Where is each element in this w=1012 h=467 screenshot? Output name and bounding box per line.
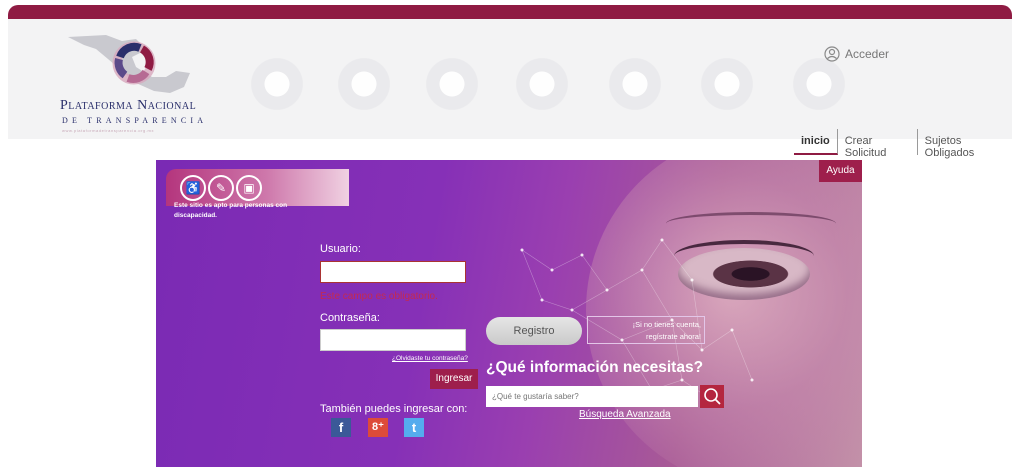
site-logo[interactable]: Plataforma Nacional de Transparencia www… xyxy=(60,25,220,137)
register-note: ¡Si no tienes cuenta, regístrate ahora! xyxy=(587,316,705,344)
logo-subtitle: de Transparencia xyxy=(62,116,208,125)
search-title: ¿Qué información necesitas? xyxy=(486,359,704,376)
top-brand-stripe xyxy=(8,5,1012,19)
nav-item-crear-solicitud[interactable]: Crear Solicitud xyxy=(838,129,918,159)
username-input[interactable] xyxy=(320,261,466,283)
forgot-password-link[interactable]: ¿Olvidaste tu contraseña? xyxy=(392,355,468,362)
logo-title: Plataforma Nacional xyxy=(60,98,197,113)
site-header: Plataforma Nacional de Transparencia www… xyxy=(8,19,1012,159)
user-label: Usuario: xyxy=(320,243,361,255)
mexico-map-logo-icon xyxy=(68,35,190,93)
register-note-line2: regístrate ahora! xyxy=(645,332,701,341)
facebook-icon[interactable]: f xyxy=(331,418,351,437)
login-link[interactable]: Acceder xyxy=(824,46,889,62)
password-label: Contraseña: xyxy=(320,312,380,324)
watermark-logo xyxy=(246,53,308,115)
social-login-label: También puedes ingresar con: xyxy=(320,403,468,415)
register-note-line1: ¡Si no tienes cuenta, xyxy=(632,320,701,329)
main-nav: inicio Crear Solicitud Sujetos Obligados xyxy=(794,129,1012,159)
register-button[interactable]: Registro xyxy=(486,317,582,345)
watermark-logo xyxy=(421,53,483,115)
help-button[interactable]: Ayuda xyxy=(819,160,862,182)
password-input[interactable] xyxy=(320,329,466,351)
nav-item-sujetos-obligados[interactable]: Sujetos Obligados xyxy=(918,129,1012,159)
wheelchair-icon[interactable]: ♿ xyxy=(180,175,206,201)
google-plus-icon[interactable]: 8⁺ xyxy=(368,418,388,437)
advanced-search-link[interactable]: Búsqueda Avanzada xyxy=(579,409,671,420)
watermark-logo xyxy=(511,53,573,115)
user-circle-icon xyxy=(824,46,840,62)
username-error: Este campo es obligatorio. xyxy=(320,291,438,302)
search-button[interactable] xyxy=(700,385,724,408)
twitter-icon[interactable]: t xyxy=(404,418,424,437)
search-icon xyxy=(704,388,721,405)
hearing-impaired-icon[interactable]: ✎ xyxy=(208,175,234,201)
nav-item-inicio[interactable]: inicio xyxy=(794,129,838,155)
logo-url: www.plataformadetransparencia.org.mx xyxy=(62,128,155,133)
login-link-label: Acceder xyxy=(845,47,890,61)
search-input[interactable] xyxy=(486,386,698,407)
watermark-logo xyxy=(333,53,395,115)
watermark-logo xyxy=(604,53,666,115)
watermark-logo xyxy=(788,53,850,115)
login-submit-button[interactable]: Ingresar xyxy=(430,369,478,389)
watermark-logo xyxy=(696,53,758,115)
hero-banner: ♿ ✎ ▣ Este sitio es apto para personas c… xyxy=(156,160,862,467)
accessibility-note: Este sitio es apto para personas con dis… xyxy=(174,202,288,219)
sign-language-icon[interactable]: ▣ xyxy=(236,175,262,201)
